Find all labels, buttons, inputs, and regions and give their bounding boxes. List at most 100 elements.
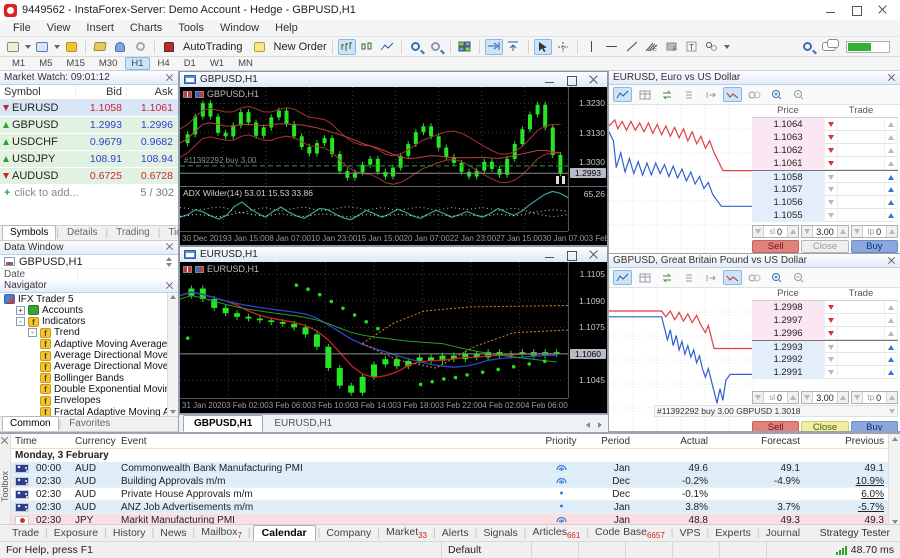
stop-loss-stepper[interactable]: sl0 xyxy=(752,391,799,404)
chart-window-titlebar[interactable]: EURUSD,H1 xyxy=(180,247,607,262)
menu-window[interactable]: Window xyxy=(213,21,266,35)
toolbox-tab-alerts[interactable]: Alerts xyxy=(438,526,473,540)
tab-common[interactable]: Common xyxy=(2,416,59,431)
cursor-tool-icon[interactable] xyxy=(534,39,552,55)
new-chart-dropdown-icon[interactable] xyxy=(25,45,31,49)
tick-chart-icon[interactable] xyxy=(723,87,742,102)
take-profit-stepper[interactable]: tp0 xyxy=(851,225,898,238)
crosshair-tool-icon[interactable] xyxy=(554,39,572,55)
navigator-scrollbar[interactable] xyxy=(167,293,178,416)
toolbox-tab-market[interactable]: Market33 xyxy=(382,525,431,541)
column-currency[interactable]: Currency xyxy=(71,436,117,447)
tab-favorites[interactable]: Favorites xyxy=(61,416,118,431)
timeframe-m1[interactable]: M1 xyxy=(6,57,31,70)
toolbox-tab-vps[interactable]: VPS xyxy=(676,526,705,540)
ladder-row[interactable]: 1.2997 xyxy=(752,314,898,327)
sell-button[interactable]: Sell xyxy=(752,240,799,253)
buy-chevron-cell[interactable] xyxy=(884,209,898,222)
spin-up-icon[interactable] xyxy=(886,392,897,403)
timeframe-m15[interactable]: M15 xyxy=(60,57,90,70)
volume-stepper[interactable]: 3.00 xyxy=(801,225,848,238)
menu-help[interactable]: Help xyxy=(268,21,305,35)
spin-field[interactable]: tp0 xyxy=(863,392,886,403)
market-watch-row[interactable]: AUDUSD0.67250.6728 xyxy=(0,168,178,185)
toolbox-tab-articles[interactable]: Articles661 xyxy=(529,525,585,541)
stop-loss-stepper[interactable]: sl0 xyxy=(752,225,799,238)
chart-close-icon[interactable] xyxy=(589,250,599,260)
scroll-down-icon[interactable] xyxy=(170,410,176,414)
menu-view[interactable]: View xyxy=(40,21,78,35)
buy-chevron-cell[interactable] xyxy=(884,118,898,131)
export-icon[interactable] xyxy=(701,270,720,285)
market-watch-toggle-icon[interactable] xyxy=(62,39,80,55)
ladder-row[interactable]: 1.1058 xyxy=(752,170,898,183)
column-symbol[interactable]: Symbol xyxy=(0,86,76,98)
close-button[interactable]: Close xyxy=(801,240,848,253)
zoom-in-icon[interactable] xyxy=(767,87,786,102)
column-period[interactable]: Period xyxy=(584,436,634,447)
ladder-row[interactable]: 1.2996 xyxy=(752,327,898,340)
toolbox-tab-history[interactable]: History xyxy=(109,526,150,540)
new-chart-icon[interactable] xyxy=(4,39,22,55)
chart-minimize-icon[interactable] xyxy=(545,75,555,85)
signals-broadcast-icon[interactable] xyxy=(131,39,149,55)
spin-field[interactable]: sl0 xyxy=(764,392,787,403)
sell-chevron-cell[interactable] xyxy=(824,157,838,170)
sell-chevron-cell[interactable] xyxy=(824,144,838,157)
equidistant-channel-tool-icon[interactable]: F xyxy=(663,39,681,55)
sell-chevron-cell[interactable] xyxy=(824,327,838,340)
scroll-down-icon[interactable] xyxy=(166,263,172,267)
data-window-close-icon[interactable] xyxy=(166,243,174,251)
transfer-icon[interactable] xyxy=(657,270,676,285)
spin-up-icon[interactable] xyxy=(787,392,798,403)
chart-tab-eurusd-h1[interactable]: EURUSD,H1 xyxy=(263,415,343,432)
chart-maximize-icon[interactable] xyxy=(567,250,577,260)
dom-close-icon[interactable] xyxy=(888,257,896,265)
chart-line-mode-icon[interactable] xyxy=(378,39,396,55)
ladder-row[interactable]: 1.2998 xyxy=(752,301,898,314)
buy-button[interactable]: Buy xyxy=(851,240,898,253)
spin-up-icon[interactable] xyxy=(886,226,897,237)
menu-charts[interactable]: Charts xyxy=(123,21,169,35)
navigator-item[interactable]: -fIndicators xyxy=(0,316,178,327)
sell-chevron-cell[interactable] xyxy=(824,118,838,131)
column-time[interactable]: Time xyxy=(11,436,71,447)
dom-levels-icon[interactable] xyxy=(679,270,698,285)
window-close-icon[interactable] xyxy=(878,5,888,15)
navigator-item[interactable]: -fTrend xyxy=(0,327,178,338)
profiles-icon[interactable] xyxy=(33,39,51,55)
spin-up-icon[interactable] xyxy=(837,226,848,237)
ladder-row[interactable]: 1.2992 xyxy=(752,353,898,366)
tick-chart-icon[interactable] xyxy=(723,270,742,285)
menu-tools[interactable]: Tools xyxy=(171,21,211,35)
buy-chevron-cell[interactable] xyxy=(884,366,898,379)
menu-insert[interactable]: Insert xyxy=(79,21,121,35)
buy-chevron-cell[interactable] xyxy=(884,196,898,209)
market-watch-close-icon[interactable] xyxy=(166,74,174,82)
strategy-tester-link[interactable]: Strategy Tester xyxy=(820,527,900,539)
timeframe-mn[interactable]: MN xyxy=(232,57,259,70)
market-watch-row[interactable]: USDJPY108.91108.94 xyxy=(0,151,178,168)
market-watch-row[interactable]: USDCHF0.96790.9682 xyxy=(0,134,178,151)
spin-down-icon[interactable] xyxy=(802,226,813,237)
column-forecast[interactable]: Forecast xyxy=(712,436,804,447)
position-row[interactable]: #11392292 buy 3.00 GBPUSD 1.3018 xyxy=(654,405,898,417)
calendar-row[interactable]: 00:00AUDCommonwealth Bank Manufacturing … xyxy=(11,462,888,475)
window-minimize-icon[interactable] xyxy=(826,5,836,15)
export-icon[interactable] xyxy=(701,87,720,102)
shapes-dropdown-icon[interactable] xyxy=(724,45,730,49)
column-previous[interactable]: Previous xyxy=(804,436,888,447)
sell-chevron-cell[interactable] xyxy=(824,131,838,144)
navigator-item[interactable]: fFractal Adaptive Moving A xyxy=(0,406,178,416)
autotrading-icon[interactable] xyxy=(160,39,178,55)
calendar-row[interactable]: 02:30AUDANZ Job Advertisements m/mJan3.8… xyxy=(11,501,888,514)
tab-details[interactable]: Details xyxy=(59,225,106,240)
ladder-row[interactable]: 1.1062 xyxy=(752,144,898,157)
tile-windows-icon[interactable] xyxy=(456,39,474,55)
status-profile[interactable]: Default xyxy=(442,542,532,558)
spin-down-icon[interactable] xyxy=(852,392,863,403)
new-order-label[interactable]: New Order xyxy=(274,41,327,53)
chart-close-icon[interactable] xyxy=(589,75,599,85)
toolbox-tab-signals[interactable]: Signals xyxy=(479,526,521,540)
profiles-dropdown-icon[interactable] xyxy=(54,45,60,49)
